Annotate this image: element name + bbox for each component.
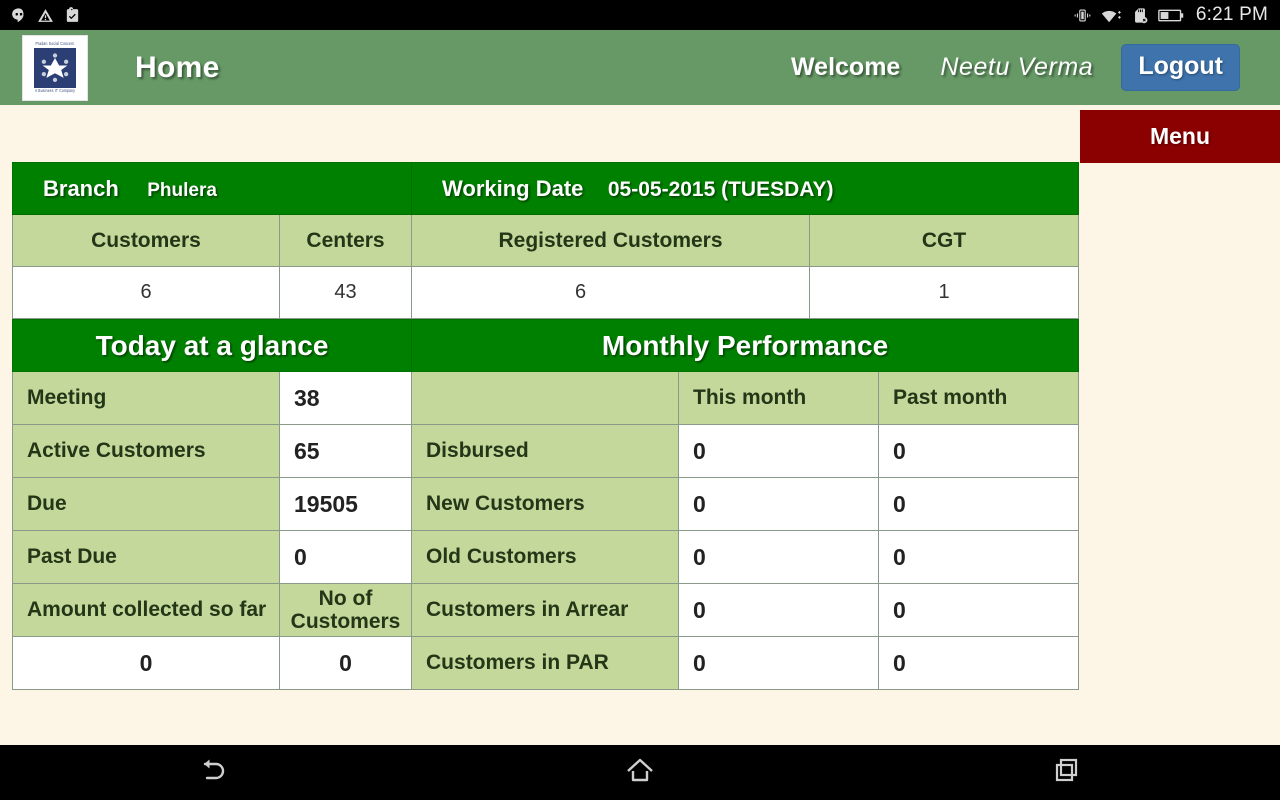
today-label-meeting: Meeting [12, 371, 280, 425]
app-logo: Pradan Social Concern A Business IT Comp… [22, 34, 88, 101]
summary-header-registered-customers: Registered Customers [411, 214, 811, 267]
page-title: Home [135, 50, 220, 84]
monthly-past-month-disbursed: 0 [878, 424, 1080, 478]
today-value-active-customers: 65 [278, 424, 413, 478]
android-navigation-bar [0, 745, 1280, 800]
no-of-customers-line1: No of [318, 587, 373, 610]
battery-icon [1158, 8, 1184, 23]
monthly-corner-blank [411, 371, 680, 425]
monthly-label-customers-in-par: Customers in PAR [411, 636, 680, 690]
section-title-today: Today at a glance [11, 319, 413, 372]
monthly-past-month-customers-in-arrear: 0 [878, 583, 1080, 637]
status-bar-right-icons: 6:21 PM [1073, 4, 1280, 26]
home-icon [622, 752, 658, 793]
monthly-this-month-new-customers: 0 [678, 477, 880, 531]
dashboard-detail-table: Today at a glance Monthly Performance Me… [11, 319, 1080, 690]
summary-value-cgt: 1 [809, 266, 1080, 319]
sd-card-removed-icon [1131, 7, 1149, 24]
vibrate-icon [1073, 7, 1092, 24]
monthly-this-month-disbursed: 0 [678, 424, 880, 478]
working-date-value: 05-05-2015 (TUESDAY) [607, 177, 834, 201]
logo-bottom-text: A Business IT Company [34, 87, 76, 94]
logo-star-badge [34, 47, 76, 88]
today-value-amount-collected: 0 [12, 636, 280, 690]
wifi-icon [1101, 7, 1122, 24]
today-label-no-of-customers: No of Customers [278, 583, 413, 637]
status-bar-clock: 6:21 PM [1195, 4, 1268, 25]
monthly-past-month-old-customers: 0 [878, 530, 1080, 584]
table-row: Due 19505 New Customers 0 0 [12, 477, 1080, 531]
table-row: Amount collected so far No of Customers … [12, 583, 1080, 637]
summary-header-row: Customers Centers Registered Customers C… [12, 214, 1080, 267]
clipboard-check-icon [64, 6, 81, 24]
recent-apps-icon [1049, 752, 1085, 793]
monthly-past-month-customers-in-par: 0 [878, 636, 1080, 690]
table-row: 0 0 Customers in PAR 0 0 [12, 636, 1080, 690]
warning-icon [37, 7, 54, 24]
dashboard-tables: Branch Phulera Working Date 05-05-2015 (… [11, 162, 1080, 690]
hangouts-icon [10, 7, 27, 24]
app-header-right: Welcome Neetu Verma Logout [791, 44, 1280, 91]
summary-header-cgt: CGT [809, 214, 1080, 267]
working-date-label: Working Date [442, 175, 584, 201]
summary-value-centers: 43 [278, 266, 413, 319]
table-row: Past Due 0 Old Customers 0 0 [12, 530, 1080, 584]
logo-top-text: Pradan Social Concern [35, 40, 75, 47]
summary-value-registered-customers: 6 [411, 266, 811, 319]
summary-value-customers: 6 [12, 266, 280, 319]
today-label-past-due: Past Due [12, 530, 280, 584]
monthly-label-customers-in-arrear: Customers in Arrear [411, 583, 680, 637]
no-of-customers-line2: Customers [290, 610, 401, 633]
branch-label: Branch [43, 175, 119, 201]
summary-header-customers: Customers [12, 214, 280, 267]
monthly-this-month-old-customers: 0 [678, 530, 880, 584]
monthly-label-new-customers: New Customers [411, 477, 680, 531]
recent-apps-button[interactable] [1007, 752, 1127, 793]
table-row: Active Customers 65 Disbursed 0 0 [12, 424, 1080, 478]
monthly-past-month-new-customers: 0 [878, 477, 1080, 531]
summary-header-centers: Centers [278, 214, 413, 267]
today-value-meeting: 38 [278, 371, 413, 425]
today-label-due: Due [12, 477, 280, 531]
branch-summary-table: Branch Phulera Working Date 05-05-2015 (… [11, 162, 1080, 319]
working-date-cell: Working Date 05-05-2015 (TUESDAY) [411, 162, 1080, 215]
user-name: Neetu Verma [940, 53, 1094, 81]
status-bar-left-icons [0, 6, 81, 24]
section-title-row: Today at a glance Monthly Performance [11, 319, 1080, 372]
home-button[interactable] [580, 752, 700, 793]
back-button[interactable] [153, 752, 273, 793]
branch-working-date-row: Branch Phulera Working Date 05-05-2015 (… [11, 162, 1080, 215]
today-value-no-of-customers: 0 [278, 636, 413, 690]
branch-cell: Branch Phulera [11, 162, 413, 215]
monthly-label-old-customers: Old Customers [411, 530, 680, 584]
today-value-due: 19505 [278, 477, 413, 531]
today-label-active-customers: Active Customers [12, 424, 280, 478]
page-content: Menu Branch Phulera Working Date 05-05-2… [0, 105, 1280, 745]
monthly-header-this-month: This month [678, 371, 880, 425]
logout-button[interactable]: Logout [1121, 44, 1240, 91]
android-status-bar: 6:21 PM [0, 0, 1280, 30]
today-value-past-due: 0 [278, 530, 413, 584]
today-label-amount-collected: Amount collected so far [12, 583, 280, 637]
summary-value-row: 6 43 6 1 [12, 266, 1080, 319]
monthly-this-month-customers-in-arrear: 0 [678, 583, 880, 637]
monthly-this-month-customers-in-par: 0 [678, 636, 880, 690]
table-row: Meeting 38 This month Past month [12, 371, 1080, 425]
menu-button[interactable]: Menu [1080, 110, 1280, 163]
app-header-bar: Pradan Social Concern A Business IT Comp… [0, 30, 1280, 105]
section-title-monthly: Monthly Performance [411, 319, 1080, 372]
monthly-label-disbursed: Disbursed [411, 424, 680, 478]
monthly-header-past-month: Past month [878, 371, 1080, 425]
welcome-label: Welcome [791, 53, 901, 81]
back-icon [195, 752, 231, 793]
branch-value: Phulera [147, 179, 217, 201]
